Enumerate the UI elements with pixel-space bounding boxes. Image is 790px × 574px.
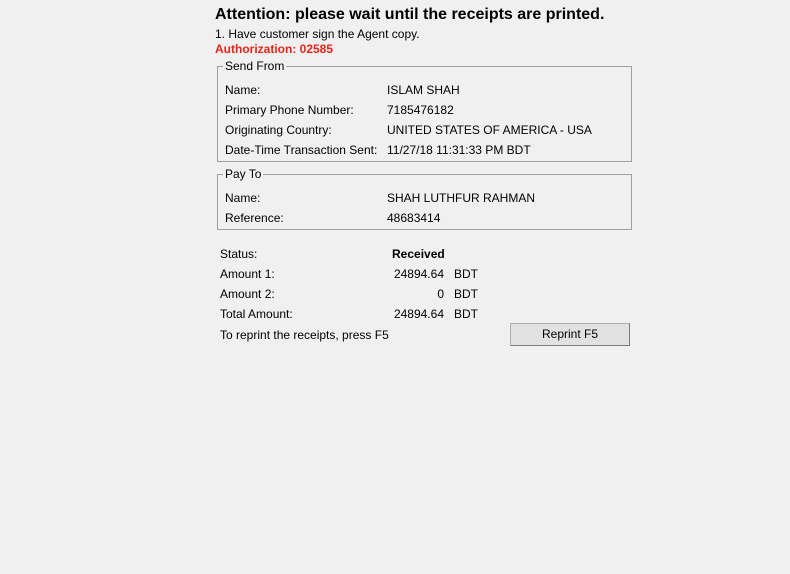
- page-title: Attention: please wait until the receipt…: [215, 6, 605, 23]
- send-from-group: Send From Name: ISLAM SHAH Primary Phone…: [217, 59, 632, 162]
- amount1-currency: BDT: [454, 267, 478, 281]
- reference-value: 48683414: [387, 211, 441, 225]
- sign-instruction: 1. Have customer sign the Agent copy.: [215, 27, 420, 41]
- total-amount-value: 24894.64: [393, 307, 444, 321]
- reprint-prompt: To reprint the receipts, press F5: [220, 328, 389, 342]
- status-label: Status:: [220, 247, 258, 261]
- sender-phone-label: Primary Phone Number:: [225, 103, 354, 117]
- amount2-currency: BDT: [454, 287, 478, 301]
- amount2-label: Amount 2:: [220, 287, 275, 301]
- reference-label: Reference:: [225, 211, 284, 225]
- transaction-datetime-value: 11/27/18 11:31:33 PM BDT: [387, 143, 531, 157]
- transaction-datetime-label: Date-Time Transaction Sent:: [225, 143, 378, 157]
- send-from-legend: Send From: [223, 59, 287, 73]
- amount2-value: 0: [437, 287, 444, 301]
- amount1-value: 24894.64: [393, 267, 444, 281]
- reprint-button[interactable]: Reprint F5: [510, 323, 630, 346]
- total-amount-label: Total Amount:: [220, 307, 293, 321]
- sender-name-label: Name:: [225, 83, 261, 97]
- receiver-name-label: Name:: [225, 191, 261, 205]
- pay-to-legend: Pay To: [223, 167, 264, 181]
- pay-to-group: Pay To Name: SHAH LUTHFUR RAHMAN Referen…: [217, 167, 632, 230]
- sender-name-value: ISLAM SHAH: [387, 83, 460, 97]
- amount1-label: Amount 1:: [220, 267, 275, 281]
- originating-country-label: Originating Country:: [225, 123, 332, 137]
- status-value: Received: [392, 247, 445, 261]
- receiver-name-value: SHAH LUTHFUR RAHMAN: [387, 191, 536, 205]
- originating-country-value: UNITED STATES OF AMERICA - USA: [387, 123, 592, 137]
- authorization-code: Authorization: 02585: [215, 42, 334, 56]
- total-amount-currency: BDT: [454, 307, 478, 321]
- sender-phone-value: 7185476182: [387, 103, 454, 117]
